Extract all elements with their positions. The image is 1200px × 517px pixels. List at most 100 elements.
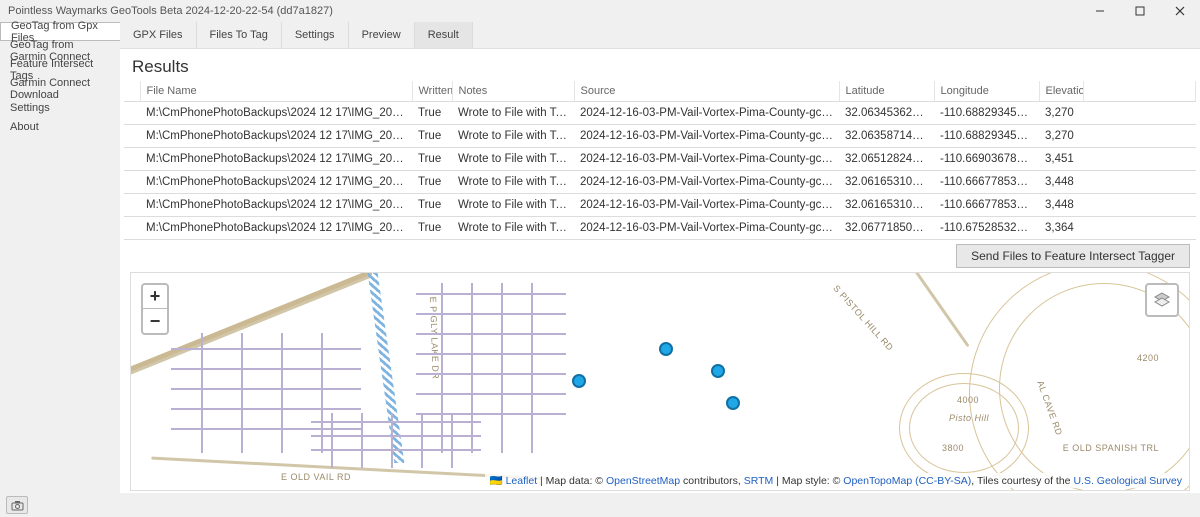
- cell-longitude: -110.6667785346508: [934, 194, 1039, 217]
- cell-source: 2024-12-16-03-PM-Vail-Vortex-Pima-County…: [574, 171, 839, 194]
- cell-filename: M:\CmPhonePhotoBackups\2024 12 17\IMG_20…: [140, 171, 412, 194]
- table-row[interactable]: M:\CmPhonePhotoBackups\2024 12 17\IMG_20…: [124, 171, 1196, 194]
- status-bar: [0, 493, 1200, 517]
- send-to-intersect-tagger-button[interactable]: Send Files to Feature Intersect Tagger: [956, 244, 1190, 268]
- map[interactable]: Pisto Hill 4000 3800 4200 AL CAVE RD E O…: [130, 272, 1190, 491]
- cell-written: True: [412, 148, 452, 171]
- cell-written: True: [412, 194, 452, 217]
- cell-written: True: [412, 171, 452, 194]
- cell-notes: Wrote to File with TagSharp: [452, 125, 574, 148]
- cell-filename: M:\CmPhonePhotoBackups\2024 12 17\IMG_20…: [140, 102, 412, 125]
- cell-elevation: 3,448: [1039, 194, 1083, 217]
- cell-longitude: -110.6667785346508: [934, 171, 1039, 194]
- sidebar-item-about[interactable]: About: [0, 117, 120, 136]
- row-selector[interactable]: [124, 125, 140, 148]
- map-marker[interactable]: [659, 342, 673, 356]
- cell-longitude: -110.6882934551686: [934, 102, 1039, 125]
- camera-icon: [11, 500, 24, 511]
- map-background: Pisto Hill 4000 3800 4200 AL CAVE RD E O…: [131, 273, 1189, 490]
- row-selector[interactable]: [124, 217, 140, 240]
- col-header-longitude[interactable]: Longitude: [934, 81, 1039, 102]
- cell-filename: M:\CmPhonePhotoBackups\2024 12 17\IMG_20…: [140, 148, 412, 171]
- osm-link[interactable]: OpenStreetMap: [606, 475, 680, 487]
- map-marker[interactable]: [711, 364, 725, 378]
- col-header-notes[interactable]: Notes: [452, 81, 574, 102]
- cell-notes: Wrote to File with TagSharp: [452, 148, 574, 171]
- map-label-old-spanish: E OLD SPANISH TRL: [1063, 443, 1159, 453]
- cell-written: True: [412, 125, 452, 148]
- leaflet-link[interactable]: Leaflet: [506, 475, 538, 487]
- zoom-control: + −: [141, 283, 169, 335]
- table-row[interactable]: M:\CmPhonePhotoBackups\2024 12 17\IMG_20…: [124, 102, 1196, 125]
- cell-filename: M:\CmPhonePhotoBackups\2024 12 17\IMG_20…: [140, 125, 412, 148]
- title-bar: Pointless Waymarks GeoTools Beta 2024-12…: [0, 0, 1200, 22]
- cell-source: 2024-12-16-03-PM-Vail-Vortex-Pima-County…: [574, 217, 839, 240]
- tab-files-to-tag[interactable]: Files To Tag: [197, 22, 282, 48]
- col-header-elevation[interactable]: Elevation: [1039, 81, 1083, 102]
- close-button[interactable]: [1160, 0, 1200, 22]
- row-selector-header[interactable]: [124, 81, 140, 102]
- row-selector[interactable]: [124, 194, 140, 217]
- map-label-elev-4000: 4000: [957, 395, 979, 405]
- tab-gpx-files[interactable]: GPX Files: [120, 22, 197, 48]
- cell-written: True: [412, 102, 452, 125]
- map-attribution: 🇺🇦 Leaflet | Map data: © OpenStreetMap c…: [485, 473, 1187, 488]
- srtm-link[interactable]: SRTM: [744, 475, 774, 487]
- cell-written: True: [412, 217, 452, 240]
- results-table: File Name Written Notes Source Latitude …: [120, 81, 1200, 240]
- otm-link[interactable]: OpenTopoMap: [843, 475, 912, 487]
- cell-notes: Wrote to File with TagSharp: [452, 102, 574, 125]
- map-marker[interactable]: [726, 396, 740, 410]
- cell-latitude: 32.061653109267354: [839, 194, 934, 217]
- sidebar: GeoTag from Gpx Files GeoTag from Garmin…: [0, 22, 120, 493]
- cell-filename: M:\CmPhonePhotoBackups\2024 12 17\IMG_20…: [140, 217, 412, 240]
- cell-latitude: 32.063587149605155: [839, 125, 934, 148]
- cell-filename: M:\CmPhonePhotoBackups\2024 12 17\IMG_20…: [140, 194, 412, 217]
- cc-link[interactable]: (CC-BY-SA): [912, 475, 971, 487]
- col-header-source[interactable]: Source: [574, 81, 839, 102]
- usgs-link[interactable]: U.S. Geological Survey: [1073, 475, 1182, 487]
- table-row[interactable]: M:\CmPhonePhotoBackups\2024 12 17\IMG_20…: [124, 125, 1196, 148]
- table-row[interactable]: M:\CmPhonePhotoBackups\2024 12 17\IMG_20…: [124, 148, 1196, 171]
- cell-longitude: -110.6882934551686: [934, 125, 1039, 148]
- minimize-button[interactable]: [1080, 0, 1120, 22]
- map-label-elev-3800: 3800: [942, 443, 964, 453]
- map-marker[interactable]: [572, 374, 586, 388]
- table-header-row: File Name Written Notes Source Latitude …: [124, 81, 1196, 102]
- sidebar-item-settings[interactable]: Settings: [0, 98, 120, 117]
- tab-preview[interactable]: Preview: [349, 22, 415, 48]
- tab-result[interactable]: Result: [415, 22, 473, 48]
- layers-icon: [1153, 291, 1171, 309]
- screenshot-button[interactable]: [6, 496, 28, 514]
- table-row[interactable]: M:\CmPhonePhotoBackups\2024 12 17\IMG_20…: [124, 194, 1196, 217]
- cell-latitude: 32.061653109267354: [839, 171, 934, 194]
- window-title: Pointless Waymarks GeoTools Beta 2024-12…: [8, 5, 333, 17]
- col-header-filename[interactable]: File Name: [140, 81, 412, 102]
- cell-longitude: -110.66903678700328: [934, 148, 1039, 171]
- cell-latitude: 32.06345362588763: [839, 102, 934, 125]
- col-header-empty: [1083, 81, 1196, 102]
- table-row[interactable]: M:\CmPhonePhotoBackups\2024 12 17\IMG_20…: [124, 217, 1196, 240]
- layers-button[interactable]: [1145, 283, 1179, 317]
- cell-source: 2024-12-16-03-PM-Vail-Vortex-Pima-County…: [574, 148, 839, 171]
- zoom-out-button[interactable]: −: [143, 309, 167, 333]
- cell-elevation: 3,451: [1039, 148, 1083, 171]
- cell-elevation: 3,270: [1039, 102, 1083, 125]
- tab-settings[interactable]: Settings: [282, 22, 349, 48]
- cell-latitude: 32.067718505859375: [839, 217, 934, 240]
- col-header-latitude[interactable]: Latitude: [839, 81, 934, 102]
- map-label-pistol-hill: S PISTOL HILL RD: [831, 283, 895, 353]
- row-selector[interactable]: [124, 148, 140, 171]
- zoom-in-button[interactable]: +: [143, 285, 167, 309]
- row-selector[interactable]: [124, 102, 140, 125]
- tab-bar: GPX Files Files To Tag Settings Preview …: [120, 22, 1200, 49]
- cell-elevation: 3,448: [1039, 171, 1083, 194]
- sidebar-item-garmin-download[interactable]: Garmin Connect Download: [0, 79, 120, 98]
- cell-source: 2024-12-16-03-PM-Vail-Vortex-Pima-County…: [574, 194, 839, 217]
- map-label-pisto-hill: Pisto Hill: [949, 413, 989, 423]
- col-header-written[interactable]: Written: [412, 81, 452, 102]
- cell-notes: Wrote to File with TagSharp: [452, 217, 574, 240]
- row-selector[interactable]: [124, 171, 140, 194]
- maximize-button[interactable]: [1120, 0, 1160, 22]
- main-area: GPX Files Files To Tag Settings Preview …: [120, 22, 1200, 493]
